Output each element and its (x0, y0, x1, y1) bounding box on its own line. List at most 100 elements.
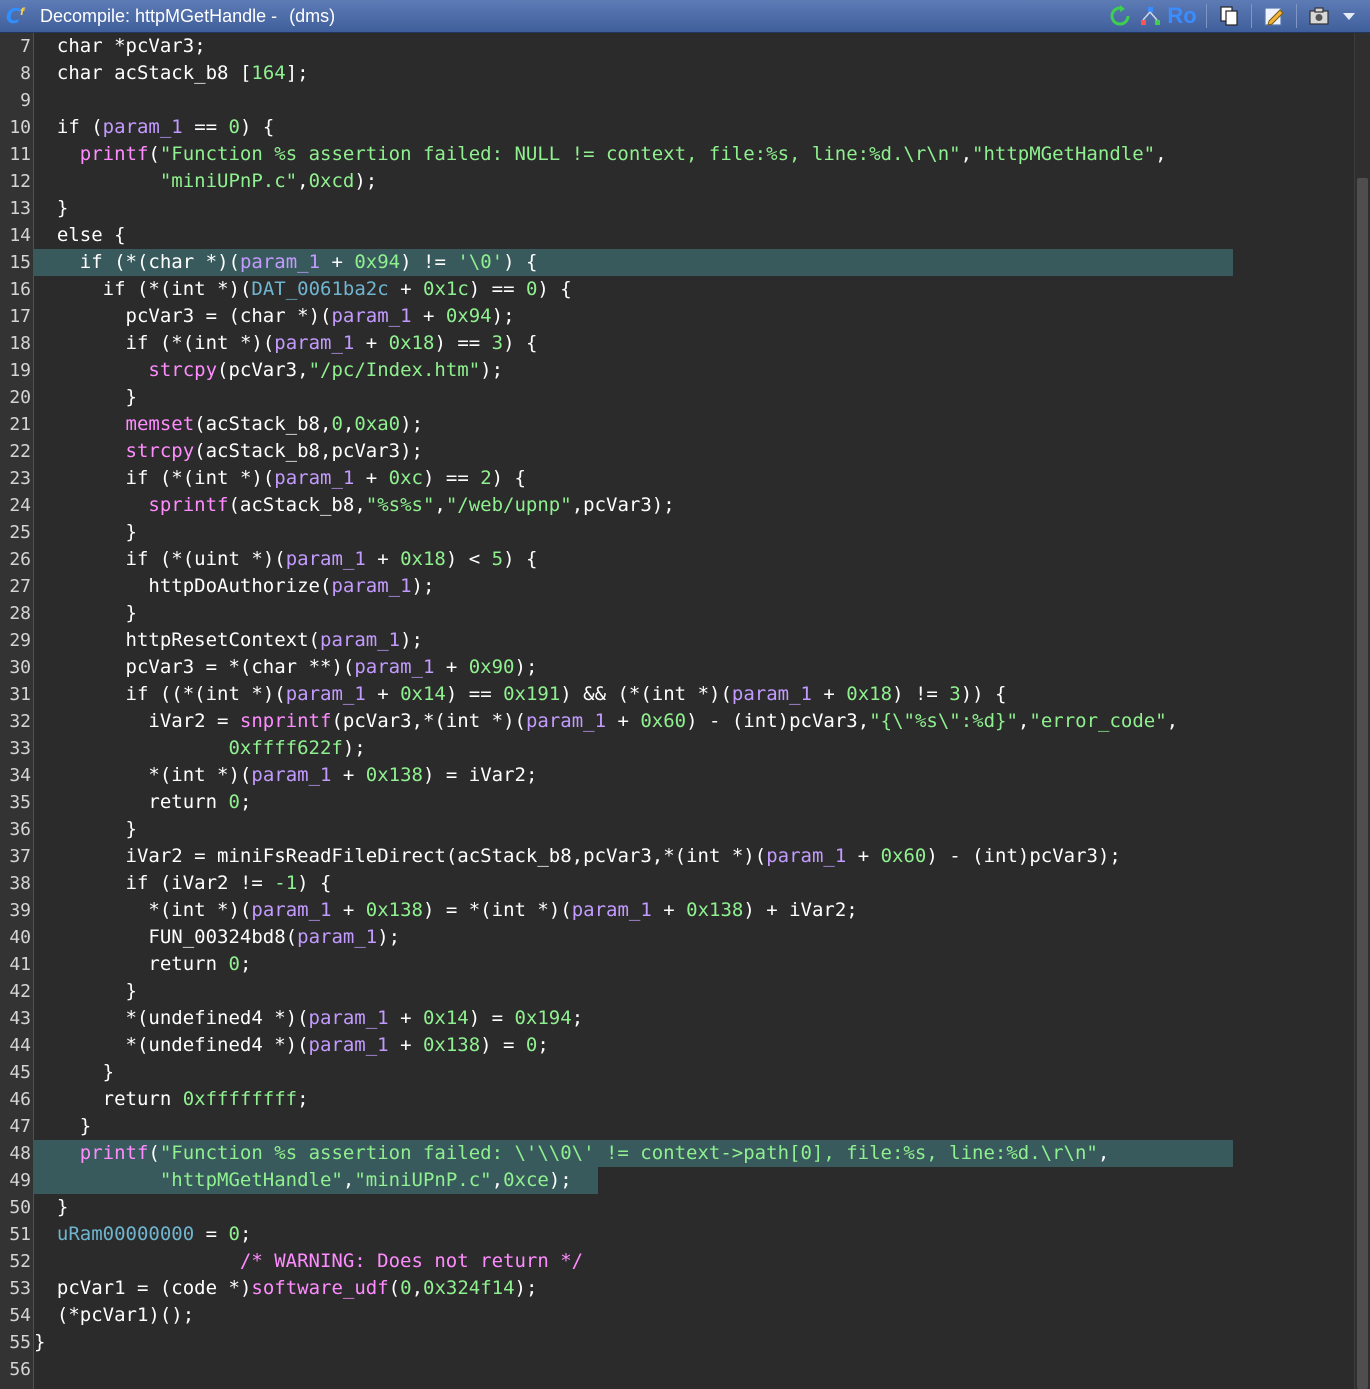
code-line[interactable]: } (34, 1329, 45, 1356)
function-token[interactable]: strcpy (126, 440, 195, 462)
number-token[interactable]: 0x1c (423, 278, 469, 300)
code-line[interactable]: char acStack_b8 [164]; (34, 60, 309, 87)
number-token[interactable]: 0 (228, 791, 239, 813)
variable-token[interactable]: iVar2 (148, 710, 205, 732)
function-token[interactable]: printf (80, 143, 149, 165)
code-line[interactable]: *(undefined4 *)(param_1 + 0x14) = 0x194; (34, 1005, 584, 1032)
code-area[interactable]: char *pcVar3; char acStack_b8 [164]; if … (34, 33, 1354, 1389)
parameter-token[interactable]: param_1 (309, 1034, 389, 1056)
type-token[interactable]: int (743, 710, 777, 732)
string-token[interactable]: "{\"%s\":%d}" (869, 710, 1018, 732)
number-token[interactable]: 164 (251, 62, 285, 84)
code-line[interactable]: 0xffff622f); (34, 735, 365, 762)
keyword-token[interactable]: return (103, 1088, 172, 1110)
type-token[interactable]: int (206, 683, 240, 705)
parameter-token[interactable]: param_1 (297, 926, 377, 948)
string-token[interactable]: '\0' (457, 251, 503, 273)
graph-icon[interactable] (1137, 3, 1163, 29)
edit-icon[interactable] (1261, 3, 1287, 29)
parameter-token[interactable]: param_1 (354, 656, 434, 678)
number-token[interactable]: 0xc (389, 467, 423, 489)
code-line[interactable]: } (34, 1194, 68, 1221)
number-token[interactable]: 0x324f14 (423, 1277, 515, 1299)
ro-button[interactable]: Ro (1167, 3, 1197, 29)
code-line[interactable]: if (param_1 == 0) { (34, 114, 274, 141)
snapshot-icon[interactable] (1306, 3, 1332, 29)
type-token[interactable]: int (492, 899, 526, 921)
string-token[interactable]: "/web/upnp" (446, 494, 572, 516)
type-token[interactable]: int (171, 278, 205, 300)
code-line[interactable]: } (34, 816, 137, 843)
code-line[interactable]: if (*(char *)(param_1 + 0x94) != '\0') { (34, 249, 538, 276)
string-token[interactable]: "Function %s assertion failed: \'\\0\' !… (160, 1142, 1098, 1164)
number-token[interactable]: 0x138 (423, 1034, 480, 1056)
parameter-token[interactable]: param_1 (320, 629, 400, 651)
variable-token[interactable]: pcVar3 (583, 845, 652, 867)
variable-token[interactable]: pcVar3 (126, 35, 195, 57)
keyword-token[interactable]: if (126, 872, 149, 894)
code-line[interactable]: *(int *)(param_1 + 0x138) = iVar2; (34, 762, 537, 789)
code-line[interactable]: httpDoAuthorize(param_1); (34, 573, 434, 600)
keyword-token[interactable]: if (57, 116, 80, 138)
code-line[interactable]: uRam00000000 = 0; (34, 1221, 252, 1248)
parameter-token[interactable]: param_1 (331, 305, 411, 327)
string-token[interactable]: "httpMGetHandle" (972, 143, 1155, 165)
type-token[interactable]: int (652, 683, 686, 705)
variable-token[interactable]: iVar2 (469, 764, 526, 786)
number-token[interactable]: 0xce (503, 1169, 549, 1191)
code-line[interactable]: pcVar3 = (char *)(param_1 + 0x94); (34, 303, 515, 330)
global-token[interactable]: uRam00000000 (57, 1223, 194, 1245)
keyword-token[interactable]: if (126, 467, 149, 489)
variable-token[interactable]: pcVar3 (126, 656, 195, 678)
function-call-token[interactable]: httpResetContext (126, 629, 309, 651)
code-line[interactable]: printf("Function %s assertion failed: NU… (34, 141, 1167, 168)
variable-token[interactable]: acStack_b8 (206, 413, 320, 435)
variable-token[interactable]: pcVar1 (57, 1277, 126, 1299)
number-token[interactable]: 3 (949, 683, 960, 705)
code-line[interactable]: sprintf(acStack_b8,"%s%s","/web/upnp",pc… (34, 492, 674, 519)
variable-token[interactable]: iVar2 (171, 872, 228, 894)
type-token[interactable]: int (171, 764, 205, 786)
function-call-token[interactable]: FUN_00324bd8 (148, 926, 285, 948)
parameter-token[interactable]: param_1 (274, 467, 354, 489)
variable-token[interactable]: pcVar1 (80, 1304, 149, 1326)
number-token[interactable]: 0x138 (366, 764, 423, 786)
parameter-token[interactable]: param_1 (732, 683, 812, 705)
type-token[interactable]: code (171, 1277, 217, 1299)
code-line[interactable]: } (34, 384, 137, 411)
number-token[interactable]: 5 (492, 548, 503, 570)
copy-icon[interactable] (1216, 3, 1242, 29)
number-token[interactable]: 0x14 (400, 683, 446, 705)
number-token[interactable]: 0x138 (686, 899, 743, 921)
keyword-token[interactable]: if (126, 332, 149, 354)
function-token[interactable]: printf (80, 1142, 149, 1164)
parameter-token[interactable]: param_1 (274, 332, 354, 354)
code-line[interactable]: if ((*(int *)(param_1 + 0x14) == 0x191) … (34, 681, 1007, 708)
keyword-token[interactable]: return (148, 791, 217, 813)
parameter-token[interactable]: param_1 (240, 251, 320, 273)
parameter-token[interactable]: param_1 (526, 710, 606, 732)
type-token[interactable]: int (446, 710, 480, 732)
number-token[interactable]: 0 (526, 278, 537, 300)
function-token[interactable]: software_udf (251, 1277, 388, 1299)
code-line[interactable]: if (*(uint *)(param_1 + 0x18) < 5) { (34, 546, 538, 573)
number-token[interactable]: 2 (480, 467, 491, 489)
code-line[interactable]: strcpy(pcVar3,"/pc/Index.htm"); (34, 357, 503, 384)
number-token[interactable]: 0x138 (366, 899, 423, 921)
code-line[interactable]: } (34, 195, 68, 222)
variable-token[interactable]: acStack_b8 (206, 440, 320, 462)
variable-token[interactable]: iVar2 (126, 845, 183, 867)
number-token[interactable]: 0xa0 (354, 413, 400, 435)
function-token[interactable]: snprintf (240, 710, 332, 732)
function-token[interactable]: strcpy (148, 359, 217, 381)
type-token[interactable]: uint (194, 548, 240, 570)
number-token[interactable]: 0x60 (881, 845, 927, 867)
variable-token[interactable]: pcVar3 (583, 494, 652, 516)
number-token[interactable]: 0 (331, 413, 342, 435)
keyword-token[interactable]: if (126, 548, 149, 570)
keyword-token[interactable]: return (148, 953, 217, 975)
function-call-token[interactable]: miniFsReadFileDirect (217, 845, 446, 867)
code-line[interactable]: else { (34, 222, 126, 249)
type-token[interactable]: undefined4 (148, 1034, 262, 1056)
code-line[interactable]: *(int *)(param_1 + 0x138) = *(int *)(par… (34, 897, 857, 924)
